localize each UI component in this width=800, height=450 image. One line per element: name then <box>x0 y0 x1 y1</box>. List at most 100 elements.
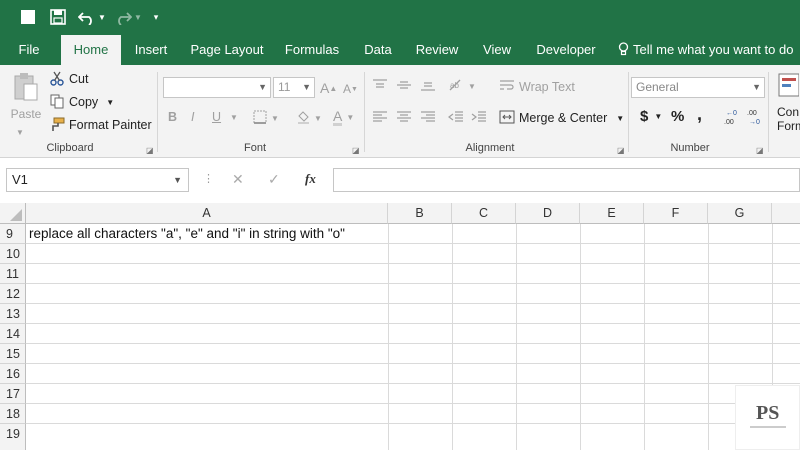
top-align-button[interactable] <box>372 78 388 95</box>
bold-button[interactable]: B <box>168 110 177 124</box>
percent-button[interactable]: % <box>671 108 684 125</box>
grow-font-button[interactable]: A ▲ <box>320 80 337 96</box>
tab-formulas[interactable]: Formulas <box>280 35 344 65</box>
row-header[interactable]: 11 <box>0 264 26 284</box>
paste-dropdown-icon[interactable]: ▼ <box>16 128 24 137</box>
worksheet-grid[interactable]: A B C D E F G 9 10 11 12 13 14 15 16 17 … <box>0 203 800 450</box>
number-format-value: General <box>636 80 679 94</box>
clipboard-launcher-icon[interactable]: ◪ <box>146 146 154 155</box>
align-center-icon <box>396 110 412 127</box>
save-icon[interactable] <box>49 8 67 26</box>
cell-a9[interactable]: replace all characters "a", "e" and "i" … <box>29 226 345 241</box>
tab-data[interactable]: Data <box>357 35 399 65</box>
table-row <box>26 284 800 304</box>
tab-developer[interactable]: Developer <box>530 35 602 65</box>
row-header[interactable]: 17 <box>0 384 26 404</box>
row-header[interactable]: 9 <box>0 224 26 244</box>
svg-text:→0: →0 <box>749 119 760 126</box>
cut-button[interactable]: Cut <box>49 71 88 87</box>
column-header[interactable] <box>772 203 800 224</box>
underline-dropdown-icon[interactable]: ▼ <box>230 113 238 122</box>
select-all-corner[interactable] <box>0 203 26 224</box>
font-color-button[interactable]: A ▼ <box>333 109 354 126</box>
formula-buttons: ✕ ✓ fx <box>222 168 330 192</box>
row-header[interactable]: 16 <box>0 364 26 384</box>
tab-file[interactable]: File <box>10 35 48 65</box>
column-header[interactable]: D <box>516 203 580 224</box>
increase-indent-button[interactable] <box>471 110 487 127</box>
row-header[interactable]: 18 <box>0 404 26 424</box>
orientation-button[interactable]: ab ▼ <box>448 78 476 95</box>
format-painter-button[interactable]: Format Painter <box>49 117 152 133</box>
shrink-font-button[interactable]: A ▼ <box>343 82 358 96</box>
enter-icon[interactable]: ✓ <box>268 171 280 188</box>
merge-center-button[interactable]: Merge & Center ▼ <box>499 110 624 126</box>
tab-review[interactable]: Review <box>410 35 464 65</box>
font-launcher-icon[interactable]: ◪ <box>352 146 360 155</box>
font-name-combo[interactable]: ▼ <box>163 77 271 98</box>
italic-button[interactable]: I <box>191 110 194 124</box>
comma-style-button[interactable]: , <box>697 104 702 125</box>
tell-me-search[interactable]: Tell me what you want to do <box>618 35 800 65</box>
number-format-combo[interactable]: General ▼ <box>631 77 765 98</box>
increase-decimal-button[interactable]: ←0.00 <box>722 108 740 129</box>
tab-view[interactable]: View <box>476 35 518 65</box>
align-center-button[interactable] <box>396 110 412 127</box>
borders-icon <box>253 110 267 127</box>
row-header[interactable]: 19 <box>0 424 26 450</box>
row-header[interactable]: 15 <box>0 344 26 364</box>
conditional-formatting-button[interactable]: Con Form <box>777 72 800 133</box>
paste-button[interactable]: Paste <box>8 72 44 121</box>
tab-home[interactable]: Home <box>61 35 121 65</box>
alignment-launcher-icon[interactable]: ◪ <box>617 146 625 155</box>
row-header[interactable]: 14 <box>0 324 26 344</box>
number-launcher-icon[interactable]: ◪ <box>756 146 764 155</box>
paint-bucket-icon <box>296 110 311 127</box>
tab-insert[interactable]: Insert <box>128 35 174 65</box>
cut-label: Cut <box>69 72 89 86</box>
align-left-button[interactable] <box>372 110 388 127</box>
fill-color-button[interactable]: ▼ <box>296 110 322 127</box>
paste-icon <box>12 72 40 105</box>
column-header[interactable]: B <box>388 203 452 224</box>
currency-button[interactable]: $ ▼ <box>640 108 662 125</box>
customize-qat-icon[interactable]: ▾ <box>150 8 162 26</box>
undo-icon[interactable]: ▼ <box>78 8 106 26</box>
copy-button[interactable]: Copy ▼ <box>49 94 114 110</box>
copy-dropdown-icon[interactable]: ▼ <box>106 98 114 107</box>
redo-icon[interactable]: ▼ <box>114 8 142 26</box>
column-header[interactable]: F <box>644 203 708 224</box>
column-header[interactable]: G <box>708 203 772 224</box>
svg-text:.00: .00 <box>724 119 734 126</box>
row-header[interactable]: 10 <box>0 244 26 264</box>
column-header[interactable]: E <box>580 203 644 224</box>
row-header[interactable]: 13 <box>0 304 26 324</box>
decrease-decimal-button[interactable]: .00 →0 <box>745 108 763 129</box>
conditional-formatting-icon <box>777 72 800 101</box>
paintbrush-icon <box>49 117 65 133</box>
merge-cells-icon <box>499 110 515 126</box>
borders-button[interactable]: ▼ <box>253 110 279 127</box>
name-box[interactable]: V1 ▼ <box>6 168 189 192</box>
table-row <box>26 264 800 284</box>
formula-input[interactable] <box>333 168 800 192</box>
align-right-button[interactable] <box>420 110 436 127</box>
name-box-value: V1 <box>12 172 28 187</box>
wrap-text-label: Wrap Text <box>519 80 575 94</box>
middle-align-button[interactable] <box>396 78 412 95</box>
wrap-text-button[interactable]: Wrap Text <box>499 79 575 95</box>
column-header[interactable]: C <box>452 203 516 224</box>
underline-button[interactable]: U <box>212 110 221 124</box>
cancel-icon[interactable]: ✕ <box>232 171 244 188</box>
watermark-logo-text: PS <box>756 402 780 424</box>
bottom-align-button[interactable] <box>420 78 436 95</box>
row-header[interactable]: 12 <box>0 284 26 304</box>
decrease-indent-button[interactable] <box>448 110 464 127</box>
tab-page-layout[interactable]: Page Layout <box>186 35 268 65</box>
font-size-combo[interactable]: 11 ▼ <box>273 77 315 98</box>
copy-label: Copy <box>69 95 99 109</box>
insert-function-button[interactable]: fx <box>305 171 316 187</box>
indent-icon <box>471 110 487 127</box>
column-header[interactable]: A <box>26 203 388 224</box>
merge-dropdown-icon[interactable]: ▼ <box>616 114 624 123</box>
